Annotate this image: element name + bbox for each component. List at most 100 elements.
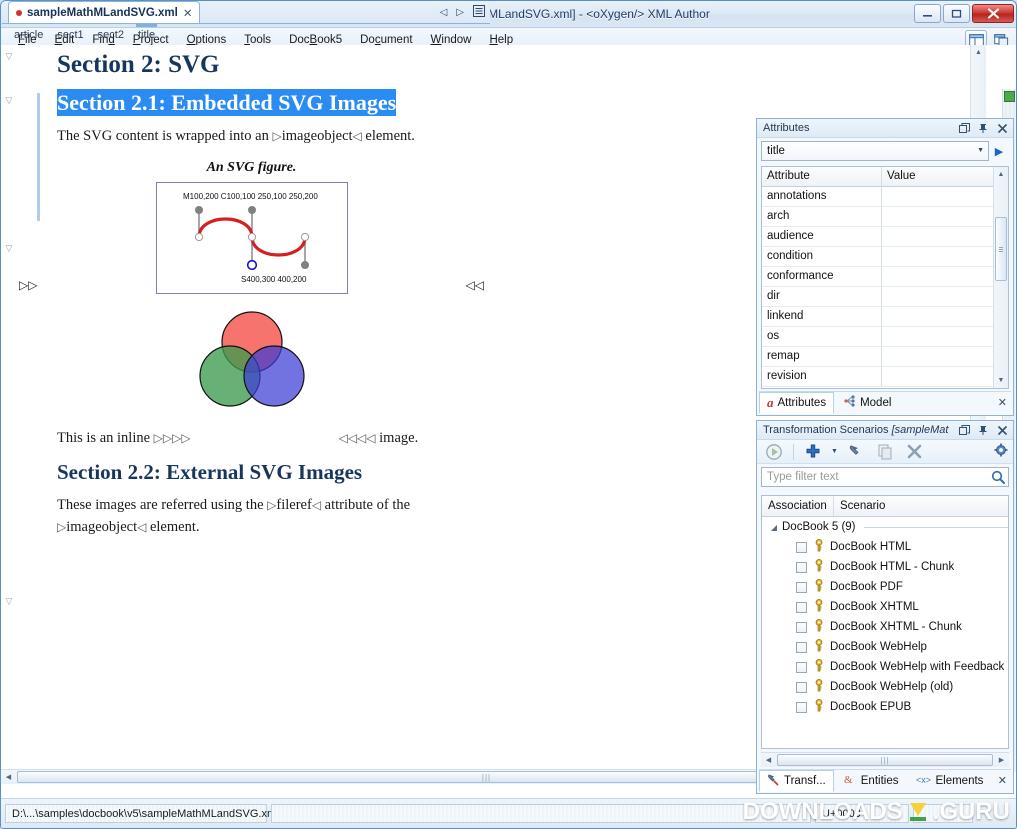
apply-transform-icon[interactable] xyxy=(761,440,787,464)
attribute-value[interactable] xyxy=(882,227,892,246)
element-selector-combo[interactable]: title ▼ ▶ xyxy=(761,141,1009,161)
close-button[interactable] xyxy=(972,4,1014,23)
scenario-checkbox[interactable] xyxy=(796,541,807,553)
scenario-row[interactable]: DocBook HTML - Chunk xyxy=(762,557,1008,577)
attribute-row[interactable]: condition xyxy=(762,247,994,267)
attribute-value[interactable] xyxy=(882,347,892,366)
attribute-row[interactable]: dir xyxy=(762,287,994,307)
scenario-checkbox[interactable] xyxy=(796,621,807,633)
close-icon[interactable]: ✕ xyxy=(183,6,193,20)
duplicate-scenario-icon[interactable] xyxy=(872,440,898,464)
scenario-row[interactable]: DocBook WebHelp with Feedback xyxy=(762,657,1008,677)
fold-triangle-icon[interactable]: ▽ xyxy=(1,596,17,607)
scroll-down-icon[interactable]: ▼ xyxy=(994,373,1008,388)
expander-icon[interactable]: ◢ xyxy=(766,523,782,532)
document-content[interactable]: ▽ Section 2: SVG ▽ Section 2.1: Embedded… xyxy=(1,45,484,606)
tab-model[interactable]: Model xyxy=(836,392,899,413)
attribute-row[interactable]: revision xyxy=(762,367,994,387)
column-scenario[interactable]: Scenario xyxy=(834,496,891,516)
scenario-row[interactable]: DocBook WebHelp (old) xyxy=(762,677,1008,697)
maximize-icon[interactable] xyxy=(958,121,971,135)
window-controls xyxy=(914,4,1014,23)
attribute-row[interactable]: arch xyxy=(762,207,994,227)
new-scenario-icon[interactable] xyxy=(800,440,826,464)
attribute-value[interactable] xyxy=(882,247,892,266)
attributes-scrollbar[interactable]: ▲ ▼ xyxy=(993,167,1008,388)
column-attribute[interactable]: Attribute xyxy=(762,167,882,186)
scroll-thumb[interactable]: ||| xyxy=(777,754,993,766)
scenario-row[interactable]: DocBook XHTML xyxy=(762,597,1008,617)
scenario-row[interactable]: DocBook XHTML - Chunk xyxy=(762,617,1008,637)
gear-icon[interactable] xyxy=(994,443,1009,461)
tab-list-icon[interactable] xyxy=(473,5,485,20)
breadcrumb-title[interactable]: title xyxy=(135,24,158,41)
attribute-value[interactable] xyxy=(882,307,892,326)
column-association[interactable]: Association xyxy=(762,496,834,516)
scenario-row[interactable]: DocBook WebHelp xyxy=(762,637,1008,657)
tab-attributes[interactable]: a Attributes xyxy=(759,391,835,414)
attribute-row[interactable]: audience xyxy=(762,227,994,247)
scenario-checkbox[interactable] xyxy=(796,561,807,573)
scroll-up-icon[interactable]: ▲ xyxy=(971,45,986,60)
chevron-down-icon[interactable]: ▼ xyxy=(829,440,840,464)
maximize-icon[interactable] xyxy=(958,423,971,437)
close-icon[interactable] xyxy=(996,121,1009,135)
attribute-row[interactable]: annotations xyxy=(762,187,994,207)
scenarios-horizontal-scrollbar[interactable]: ◀ ||| ▶ xyxy=(761,752,1009,767)
attribute-value[interactable] xyxy=(882,287,892,306)
attribute-value[interactable] xyxy=(882,367,892,386)
scroll-left-icon[interactable]: ◀ xyxy=(761,756,776,764)
minimize-button[interactable] xyxy=(914,4,941,23)
breadcrumb-article[interactable]: article xyxy=(14,28,43,41)
search-icon[interactable] xyxy=(991,470,1005,487)
scenario-row[interactable]: DocBook EPUB xyxy=(762,697,1008,717)
attribute-value[interactable] xyxy=(882,267,892,286)
breadcrumb-sect1[interactable]: sect1 xyxy=(57,28,83,41)
scenario-row[interactable]: DocBook HTML xyxy=(762,537,1008,557)
attribute-value[interactable] xyxy=(882,327,892,346)
attribute-value[interactable] xyxy=(882,187,892,206)
breadcrumb-sect2[interactable]: sect2 xyxy=(98,28,124,41)
scenario-group-row[interactable]: ◢ DocBook 5 (9) xyxy=(762,517,1008,537)
maximize-button[interactable] xyxy=(943,4,970,23)
attribute-row[interactable]: remap xyxy=(762,347,994,367)
scenario-checkbox[interactable] xyxy=(796,681,807,693)
delete-scenario-icon[interactable] xyxy=(901,440,927,464)
fold-triangle-icon[interactable]: ▽ xyxy=(1,243,17,254)
scenario-checkbox[interactable] xyxy=(796,661,807,673)
attributes-a-icon: a xyxy=(767,394,774,410)
tab-elements[interactable]: <x> Elements xyxy=(908,770,991,792)
scenario-checkbox[interactable] xyxy=(796,601,807,613)
scenarios-grid[interactable]: Association Scenario ◢ DocBook 5 (9) Doc… xyxy=(761,495,1009,749)
attributes-grid[interactable]: Attribute Value annotations arch audience c… xyxy=(761,166,1009,389)
attribute-row[interactable]: conformance xyxy=(762,267,994,287)
attribute-value[interactable] xyxy=(882,207,892,226)
fold-triangle-icon[interactable]: ▽ xyxy=(1,95,17,106)
close-icon[interactable]: ✕ xyxy=(998,396,1007,409)
close-icon[interactable]: ✕ xyxy=(998,774,1007,787)
scroll-left-icon[interactable]: ◀ xyxy=(1,773,16,781)
prev-tab-icon[interactable]: ◁ xyxy=(440,7,448,18)
column-value[interactable]: Value xyxy=(882,167,921,186)
fold-triangle-icon[interactable]: ▽ xyxy=(1,51,17,62)
go-to-element-icon[interactable]: ▶ xyxy=(989,145,1009,158)
scenario-checkbox[interactable] xyxy=(796,641,807,653)
tab-entities[interactable]: & Entities xyxy=(836,770,907,792)
attribute-row[interactable]: linkend xyxy=(762,307,994,327)
pin-icon[interactable] xyxy=(977,423,990,437)
scroll-right-icon[interactable]: ▶ xyxy=(994,756,1009,764)
editor-tab[interactable]: sampleMathMLandSVG.xml ✕ xyxy=(8,1,201,23)
scenario-filter-input[interactable]: Type filter text xyxy=(761,467,1009,487)
next-tab-icon[interactable]: ▷ xyxy=(456,7,464,18)
close-icon[interactable] xyxy=(996,423,1009,437)
pin-icon[interactable] xyxy=(977,121,990,135)
scroll-thumb[interactable] xyxy=(995,217,1007,281)
scenario-checkbox[interactable] xyxy=(796,581,807,593)
scenario-checkbox[interactable] xyxy=(796,701,807,713)
edit-scenario-icon[interactable] xyxy=(843,440,869,464)
tab-transformation[interactable]: Transf... xyxy=(759,769,834,792)
attribute-row[interactable]: os xyxy=(762,327,994,347)
element-selector-value-box[interactable]: title ▼ xyxy=(761,141,989,161)
scroll-up-icon[interactable]: ▲ xyxy=(994,167,1008,182)
scenario-row[interactable]: DocBook PDF xyxy=(762,577,1008,597)
